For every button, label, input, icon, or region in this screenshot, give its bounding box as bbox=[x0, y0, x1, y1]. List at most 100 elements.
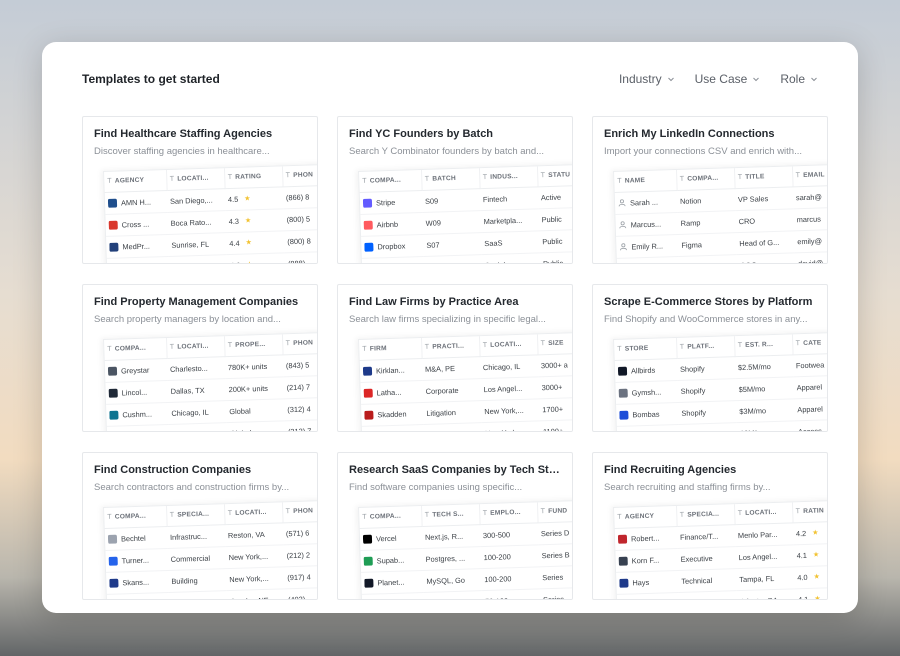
cell-text: Dallas, TX bbox=[170, 385, 205, 396]
column-header-label: INDUS... bbox=[490, 173, 518, 182]
table-cell bbox=[106, 423, 170, 431]
column-header: T STATU bbox=[536, 164, 572, 187]
template-grid: Find Healthcare Staffing Agencies Discove… bbox=[82, 116, 828, 600]
card-title: Research SaaS Companies by Tech Stack bbox=[349, 464, 564, 476]
cell-text: 50-100 bbox=[485, 596, 508, 599]
text-type-icon: T bbox=[285, 508, 291, 516]
cell-text: Lincol... bbox=[121, 387, 148, 397]
table-cell: Corporate bbox=[422, 378, 481, 402]
table-cell: Apparel bbox=[793, 396, 827, 421]
table-cell: Bombas bbox=[616, 401, 679, 426]
filter-label: Role bbox=[780, 72, 805, 86]
template-card[interactable]: Enrich My LinkedIn Connections Import you… bbox=[592, 116, 828, 264]
column-header-label: SPECIA... bbox=[177, 510, 210, 519]
text-type-icon: T bbox=[362, 345, 367, 354]
company-logo bbox=[364, 578, 374, 588]
table-cell: Marcus... bbox=[615, 211, 679, 236]
table-cell: San Diego,... bbox=[166, 188, 226, 212]
text-type-icon: T bbox=[107, 345, 112, 354]
cell-text: Charlesto... bbox=[169, 363, 208, 374]
star-icon: ★ bbox=[812, 529, 819, 537]
text-type-icon: T bbox=[482, 342, 488, 350]
table-cell: Shopify bbox=[678, 400, 737, 424]
cell-text: Hays bbox=[632, 577, 650, 587]
star-icon: ★ bbox=[245, 239, 253, 247]
template-card[interactable]: Find YC Founders by Batch Search Y Combin… bbox=[337, 116, 573, 264]
table-cell: Charlesto... bbox=[166, 356, 226, 380]
template-card[interactable]: Find Recruiting Agencies Search recruitin… bbox=[592, 452, 828, 600]
text-type-icon: T bbox=[795, 340, 801, 348]
column-header: T EMPLO... bbox=[478, 502, 538, 525]
cell-text: Ramp bbox=[680, 217, 701, 228]
template-card[interactable]: Find Construction Companies Search contra… bbox=[82, 452, 318, 600]
card-title: Find Construction Companies bbox=[94, 464, 252, 476]
cell-text: New York bbox=[485, 428, 517, 431]
table-cell: Omaha, NE bbox=[226, 588, 286, 599]
cell-text: Gymsh... bbox=[631, 387, 662, 397]
table-cell bbox=[361, 255, 425, 263]
text-type-icon: T bbox=[482, 510, 488, 518]
column-header: T NAME bbox=[614, 170, 677, 192]
cell-text: Supab... bbox=[376, 555, 405, 565]
text-type-icon: T bbox=[362, 177, 367, 186]
table-cell: $3M/mo bbox=[735, 398, 795, 423]
cell-text: Dropbox bbox=[377, 241, 406, 251]
card-description: Search law firms specializing in specifi… bbox=[349, 314, 546, 325]
template-card[interactable]: Find Law Firms by Practice Area Search la… bbox=[337, 284, 573, 432]
table-cell: Los Angel... bbox=[480, 376, 539, 401]
cell-text: Figma bbox=[681, 239, 703, 250]
template-card[interactable]: Find Healthcare Staffing Agencies Discove… bbox=[82, 116, 318, 264]
card-description: Search contractors and construction firm… bbox=[94, 482, 290, 493]
table-cell: 1700+ bbox=[538, 396, 572, 421]
table-cell: Access bbox=[794, 418, 827, 431]
column-header-label: TECH S... bbox=[432, 510, 464, 519]
company-logo bbox=[363, 556, 373, 566]
cell-text: Planet... bbox=[377, 577, 405, 587]
filter-role-dropdown[interactable]: Role bbox=[780, 72, 818, 86]
column-header: T EMAIL bbox=[791, 164, 827, 187]
table-cell: Series bbox=[539, 586, 572, 599]
company-logo bbox=[617, 534, 628, 544]
preview-table: T STORE T PLATF... T EST. R... T CATE Allbirds Sh… bbox=[614, 332, 827, 431]
column-header: T RATING bbox=[223, 166, 283, 189]
cell-text: Marketpla... bbox=[483, 215, 523, 226]
column-header-label: COMPA... bbox=[369, 176, 402, 185]
cell-text: Chicago, IL bbox=[171, 407, 209, 418]
text-type-icon: T bbox=[169, 512, 175, 520]
column-header-label: BATCH bbox=[432, 175, 456, 183]
filter-use-case-dropdown[interactable]: Use Case bbox=[695, 72, 761, 86]
column-header-label: SIZE bbox=[548, 339, 564, 348]
cell-text: Boca Rato... bbox=[170, 217, 212, 228]
template-card[interactable]: Research SaaS Companies by Tech Stack Fin… bbox=[337, 452, 573, 600]
cell-text: 100-200 bbox=[484, 573, 512, 584]
cell-text: W09 bbox=[425, 217, 442, 228]
template-card[interactable]: Find Property Management Companies Search… bbox=[82, 284, 318, 432]
table-cell: Global bbox=[226, 420, 286, 431]
column-header-label: COMPA... bbox=[114, 344, 147, 353]
cell-text: Los Angel... bbox=[483, 383, 523, 394]
card-title: Scrape E-Commerce Stores by Platform bbox=[604, 296, 813, 308]
template-card[interactable]: Scrape E-Commerce Stores by Platform Find… bbox=[592, 284, 828, 432]
text-type-icon: T bbox=[617, 345, 622, 354]
cell-text: (214) 7 bbox=[286, 382, 311, 392]
cell-text: Allbirds bbox=[630, 365, 656, 375]
table-cell: Series B bbox=[538, 542, 572, 567]
cell-text: Stripe bbox=[375, 197, 396, 207]
table-cell: 300-500 bbox=[479, 522, 539, 547]
table-cell: Menlo Par... bbox=[734, 522, 794, 547]
company-logo bbox=[107, 198, 118, 208]
text-type-icon: T bbox=[540, 340, 546, 348]
table-cell: Fintech bbox=[479, 186, 539, 211]
card-title: Find Healthcare Staffing Agencies bbox=[94, 128, 273, 140]
cell-text: Cushm... bbox=[122, 409, 153, 419]
table-cell: $2.5M/mo bbox=[734, 354, 794, 379]
table-preview: T AGENCY T LOCATI... T RATING T PHON AMN H... San… bbox=[103, 163, 317, 263]
card-title: Find YC Founders by Batch bbox=[349, 128, 494, 140]
cell-text: Cross ... bbox=[121, 219, 150, 229]
cell-text: Sarah ... bbox=[629, 197, 659, 207]
cell-text: Global bbox=[229, 405, 251, 416]
text-type-icon: T bbox=[617, 177, 622, 186]
column-header-label: PHON bbox=[293, 507, 314, 516]
table-cell: Cushm... bbox=[106, 401, 169, 426]
filter-industry-dropdown[interactable]: Industry bbox=[619, 72, 675, 86]
